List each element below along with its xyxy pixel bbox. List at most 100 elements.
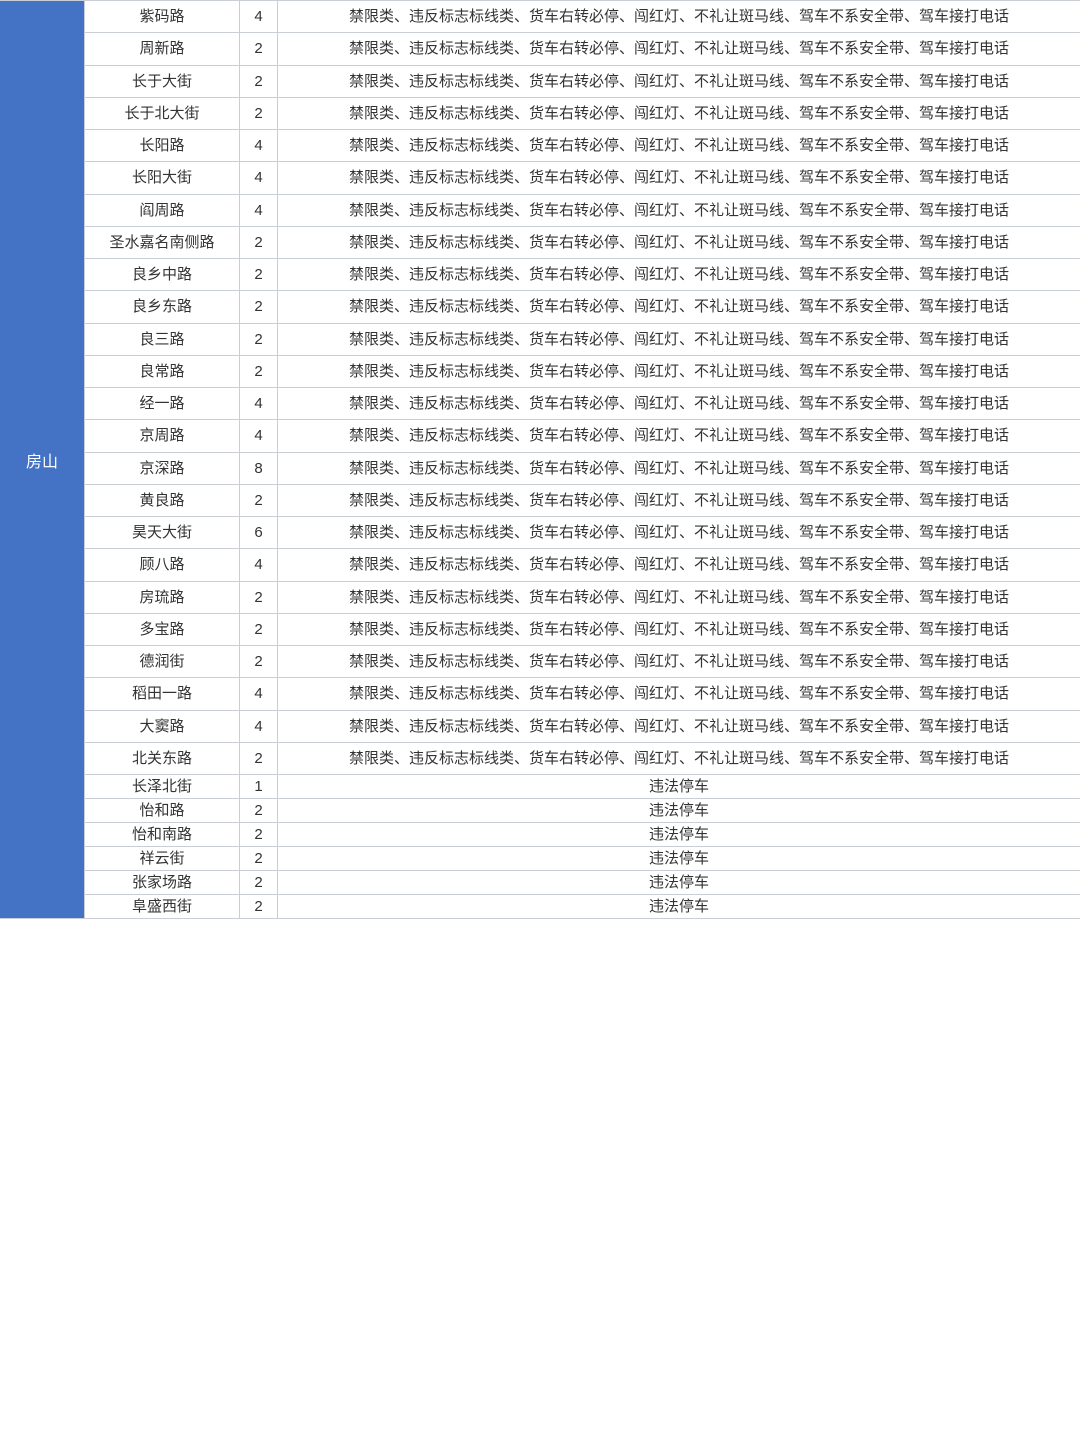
count-cell: 2 [240, 98, 278, 129]
count-cell: 2 [240, 324, 278, 355]
table-row: 京周路4禁限类、违反标志标线类、货车右转必停、闯红灯、不礼让斑马线、驾车不系安全… [85, 419, 1080, 451]
road-cell: 长泽北街 [85, 775, 240, 798]
violation-cell: 违法停车 [278, 823, 1080, 846]
table-row: 长于北大街2禁限类、违反标志标线类、货车右转必停、闯红灯、不礼让斑马线、驾车不系… [85, 97, 1080, 129]
road-cell: 长于大街 [85, 66, 240, 97]
violation-cell: 禁限类、违反标志标线类、货车右转必停、闯红灯、不礼让斑马线、驾车不系安全带、驾车… [278, 33, 1080, 64]
count-cell: 2 [240, 259, 278, 290]
table-row: 长阳大街4禁限类、违反标志标线类、货车右转必停、闯红灯、不礼让斑马线、驾车不系安… [85, 161, 1080, 193]
count-cell: 6 [240, 517, 278, 548]
violation-cell: 禁限类、违反标志标线类、货车右转必停、闯红灯、不礼让斑马线、驾车不系安全带、驾车… [278, 66, 1080, 97]
count-cell: 2 [240, 823, 278, 846]
table-row: 阎周路4禁限类、违反标志标线类、货车右转必停、闯红灯、不礼让斑马线、驾车不系安全… [85, 194, 1080, 226]
table-row: 紫码路4禁限类、违反标志标线类、货车右转必停、闯红灯、不礼让斑马线、驾车不系安全… [85, 1, 1080, 32]
count-cell: 4 [240, 388, 278, 419]
road-cell: 经一路 [85, 388, 240, 419]
table-row: 良乡东路2禁限类、违反标志标线类、货车右转必停、闯红灯、不礼让斑马线、驾车不系安… [85, 290, 1080, 322]
table-row: 怡和南路2违法停车 [85, 822, 1080, 846]
road-cell: 稻田一路 [85, 678, 240, 709]
road-cell: 阜盛西街 [85, 895, 240, 918]
violation-cell: 禁限类、违反标志标线类、货车右转必停、闯红灯、不礼让斑马线、驾车不系安全带、驾车… [278, 678, 1080, 709]
violation-cell: 禁限类、违反标志标线类、货车右转必停、闯红灯、不礼让斑马线、驾车不系安全带、驾车… [278, 291, 1080, 322]
road-cell: 北关东路 [85, 743, 240, 774]
table-row: 京深路8禁限类、违反标志标线类、货车右转必停、闯红灯、不礼让斑马线、驾车不系安全… [85, 452, 1080, 484]
violation-cell: 禁限类、违反标志标线类、货车右转必停、闯红灯、不礼让斑马线、驾车不系安全带、驾车… [278, 162, 1080, 193]
road-cell: 长阳大街 [85, 162, 240, 193]
road-cell: 顾八路 [85, 549, 240, 580]
table-wrapper: 房山 紫码路4禁限类、违反标志标线类、货车右转必停、闯红灯、不礼让斑马线、驾车不… [0, 0, 1080, 919]
violation-cell: 禁限类、违反标志标线类、货车右转必停、闯红灯、不礼让斑马线、驾车不系安全带、驾车… [278, 324, 1080, 355]
count-cell: 2 [240, 291, 278, 322]
road-cell: 德润街 [85, 646, 240, 677]
violation-cell: 禁限类、违反标志标线类、货车右转必停、闯红灯、不礼让斑马线、驾车不系安全带、驾车… [278, 130, 1080, 161]
violation-cell: 违法停车 [278, 847, 1080, 870]
road-cell: 大窦路 [85, 711, 240, 742]
road-cell: 怡和南路 [85, 823, 240, 846]
violation-cell: 禁限类、违反标志标线类、货车右转必停、闯红灯、不礼让斑马线、驾车不系安全带、驾车… [278, 614, 1080, 645]
violation-cell: 禁限类、违反标志标线类、货车右转必停、闯红灯、不礼让斑马线、驾车不系安全带、驾车… [278, 420, 1080, 451]
count-cell: 4 [240, 549, 278, 580]
table-row: 经一路4禁限类、违反标志标线类、货车右转必停、闯红灯、不礼让斑马线、驾车不系安全… [85, 387, 1080, 419]
table-body: 紫码路4禁限类、违反标志标线类、货车右转必停、闯红灯、不礼让斑马线、驾车不系安全… [85, 1, 1080, 918]
count-cell: 2 [240, 614, 278, 645]
road-cell: 祥云街 [85, 847, 240, 870]
table-row: 张家场路2违法停车 [85, 870, 1080, 894]
road-cell: 房琉路 [85, 582, 240, 613]
table-row: 德润街2禁限类、违反标志标线类、货车右转必停、闯红灯、不礼让斑马线、驾车不系安全… [85, 645, 1080, 677]
count-cell: 2 [240, 356, 278, 387]
table-row: 怡和路2违法停车 [85, 798, 1080, 822]
violation-cell: 禁限类、违反标志标线类、货车右转必停、闯红灯、不礼让斑马线、驾车不系安全带、驾车… [278, 646, 1080, 677]
violation-cell: 禁限类、违反标志标线类、货车右转必停、闯红灯、不礼让斑马线、驾车不系安全带、驾车… [278, 388, 1080, 419]
road-cell: 周新路 [85, 33, 240, 64]
table-row: 祥云街2违法停车 [85, 846, 1080, 870]
violation-cell: 违法停车 [278, 775, 1080, 798]
count-cell: 2 [240, 895, 278, 918]
count-cell: 4 [240, 130, 278, 161]
district-header-cell: 房山 [0, 1, 85, 918]
count-cell: 2 [240, 66, 278, 97]
violation-cell: 禁限类、违反标志标线类、货车右转必停、闯红灯、不礼让斑马线、驾车不系安全带、驾车… [278, 549, 1080, 580]
road-cell: 黄良路 [85, 485, 240, 516]
table-row: 顾八路4禁限类、违反标志标线类、货车右转必停、闯红灯、不礼让斑马线、驾车不系安全… [85, 548, 1080, 580]
count-cell: 4 [240, 162, 278, 193]
count-cell: 2 [240, 646, 278, 677]
count-cell: 2 [240, 33, 278, 64]
count-cell: 2 [240, 743, 278, 774]
road-cell: 京周路 [85, 420, 240, 451]
violation-cell: 禁限类、违反标志标线类、货车右转必停、闯红灯、不礼让斑马线、驾车不系安全带、驾车… [278, 98, 1080, 129]
violation-cell: 禁限类、违反标志标线类、货车右转必停、闯红灯、不礼让斑马线、驾车不系安全带、驾车… [278, 517, 1080, 548]
road-cell: 张家场路 [85, 871, 240, 894]
table-row: 稻田一路4禁限类、违反标志标线类、货车右转必停、闯红灯、不礼让斑马线、驾车不系安… [85, 677, 1080, 709]
violation-cell: 违法停车 [278, 895, 1080, 918]
table-row: 良三路2禁限类、违反标志标线类、货车右转必停、闯红灯、不礼让斑马线、驾车不系安全… [85, 323, 1080, 355]
violation-cell: 禁限类、违反标志标线类、货车右转必停、闯红灯、不礼让斑马线、驾车不系安全带、驾车… [278, 743, 1080, 774]
table-row: 长泽北街1违法停车 [85, 774, 1080, 798]
violation-cell: 禁限类、违反标志标线类、货车右转必停、闯红灯、不礼让斑马线、驾车不系安全带、驾车… [278, 259, 1080, 290]
violation-cell: 禁限类、违反标志标线类、货车右转必停、闯红灯、不礼让斑马线、驾车不系安全带、驾车… [278, 195, 1080, 226]
table-row: 良乡中路2禁限类、违反标志标线类、货车右转必停、闯红灯、不礼让斑马线、驾车不系安… [85, 258, 1080, 290]
table-row: 阜盛西街2违法停车 [85, 894, 1080, 918]
table-row: 良常路2禁限类、违反标志标线类、货车右转必停、闯红灯、不礼让斑马线、驾车不系安全… [85, 355, 1080, 387]
table-row: 北关东路2禁限类、违反标志标线类、货车右转必停、闯红灯、不礼让斑马线、驾车不系安… [85, 742, 1080, 774]
count-cell: 4 [240, 711, 278, 742]
road-cell: 京深路 [85, 453, 240, 484]
violation-cell: 禁限类、违反标志标线类、货车右转必停、闯红灯、不礼让斑马线、驾车不系安全带、驾车… [278, 1, 1080, 32]
table-row: 圣水嘉名南侧路2禁限类、违反标志标线类、货车右转必停、闯红灯、不礼让斑马线、驾车… [85, 226, 1080, 258]
count-cell: 2 [240, 582, 278, 613]
violation-cell: 禁限类、违反标志标线类、货车右转必停、闯红灯、不礼让斑马线、驾车不系安全带、驾车… [278, 711, 1080, 742]
violation-cell: 禁限类、违反标志标线类、货车右转必停、闯红灯、不礼让斑马线、驾车不系安全带、驾车… [278, 227, 1080, 258]
count-cell: 2 [240, 847, 278, 870]
road-cell: 昊天大街 [85, 517, 240, 548]
count-cell: 4 [240, 1, 278, 32]
road-cell: 圣水嘉名南侧路 [85, 227, 240, 258]
table-row: 大窦路4禁限类、违反标志标线类、货车右转必停、闯红灯、不礼让斑马线、驾车不系安全… [85, 710, 1080, 742]
road-cell: 良乡东路 [85, 291, 240, 322]
road-cell: 长阳路 [85, 130, 240, 161]
table-row: 长阳路4禁限类、违反标志标线类、货车右转必停、闯红灯、不礼让斑马线、驾车不系安全… [85, 129, 1080, 161]
count-cell: 2 [240, 485, 278, 516]
count-cell: 4 [240, 678, 278, 709]
road-cell: 长于北大街 [85, 98, 240, 129]
table-row: 长于大街2禁限类、违反标志标线类、货车右转必停、闯红灯、不礼让斑马线、驾车不系安… [85, 65, 1080, 97]
road-cell: 紫码路 [85, 1, 240, 32]
road-cell: 怡和路 [85, 799, 240, 822]
